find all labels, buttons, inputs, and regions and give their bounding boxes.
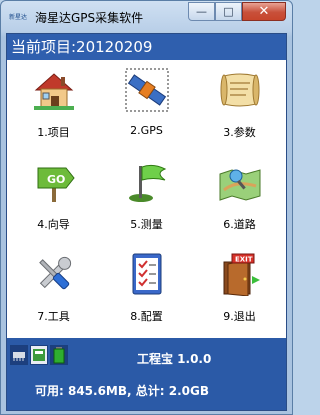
exit-door-icon: EXIT	[223, 253, 260, 296]
checklist-icon	[132, 253, 162, 295]
menu-item-survey[interactable]: 5.测量	[100, 152, 193, 244]
menu-label-project: 1.项目	[37, 126, 70, 139]
svg-text:GO: GO	[47, 173, 65, 186]
menu-item-gps[interactable]: 2.GPS	[100, 60, 193, 152]
app-window: 新星达 海星达GPS采集软件 — □ ✕ 当前项目:20120209 1.项目	[0, 0, 293, 415]
storage-card-icon[interactable]	[30, 345, 48, 365]
menu-label-exit: 9.退出	[223, 310, 256, 323]
menu-label-params: 3.参数	[223, 126, 256, 139]
menu-item-road[interactable]: 6.道路	[193, 152, 286, 244]
menu-label-wizard: 4.向导	[37, 218, 70, 231]
menu-item-project[interactable]: 1.项目	[7, 60, 100, 152]
menu-label-gps: 2.GPS	[130, 124, 163, 137]
maximize-button[interactable]: □	[215, 2, 242, 21]
house-icon	[34, 73, 74, 110]
app-logo-icon: 新星达	[8, 14, 27, 21]
minimize-button[interactable]: —	[188, 2, 215, 21]
scroll-icon	[220, 73, 260, 107]
go-sign-icon: GO	[37, 167, 75, 202]
window-title: 海星达GPS采集软件	[35, 11, 144, 25]
menu-label-tools: 7.工具	[37, 310, 70, 323]
svg-text:EXIT: EXIT	[235, 256, 253, 264]
menu-item-tools[interactable]: 7.工具	[7, 244, 100, 336]
title-bar[interactable]: 新星达 海星达GPS采集软件 — □ ✕	[1, 1, 292, 33]
menu-label-config: 8.配置	[130, 310, 163, 323]
current-project-label: 当前项目:20120209	[7, 34, 286, 60]
menu-item-exit[interactable]: EXIT 9.退出	[193, 244, 286, 336]
menu-grid: 1.项目 2.GPS 3.参数 GO 4.向导 5.测量 6.道路 7.工具 8…	[7, 60, 286, 336]
satellite-icon	[125, 68, 169, 112]
battery-icon[interactable]	[50, 345, 68, 365]
menu-item-wizard[interactable]: GO 4.向导	[7, 152, 100, 244]
road-map-icon	[219, 169, 261, 201]
menu-label-road: 6.道路	[223, 218, 256, 231]
menu-item-params[interactable]: 3.参数	[193, 60, 286, 152]
survey-flag-icon	[129, 164, 167, 202]
close-button[interactable]: ✕	[242, 2, 286, 21]
menu-label-survey: 5.测量	[130, 218, 163, 231]
menu-item-config[interactable]: 8.配置	[100, 244, 193, 336]
storage-info: 可用: 845.6MB, 总计: 2.0GB	[35, 384, 209, 398]
status-panel: 工程宝 1.0.0 可用: 845.6MB, 总计: 2.0GB	[7, 338, 286, 410]
wrench-screwdriver-icon	[39, 256, 72, 290]
memory-chip-icon[interactable]	[10, 345, 28, 365]
client-area: 当前项目:20120209 1.项目 2.GPS 3.参数 GO 4.向导 5.…	[6, 33, 287, 411]
product-version: 工程宝 1.0.0	[137, 352, 212, 366]
